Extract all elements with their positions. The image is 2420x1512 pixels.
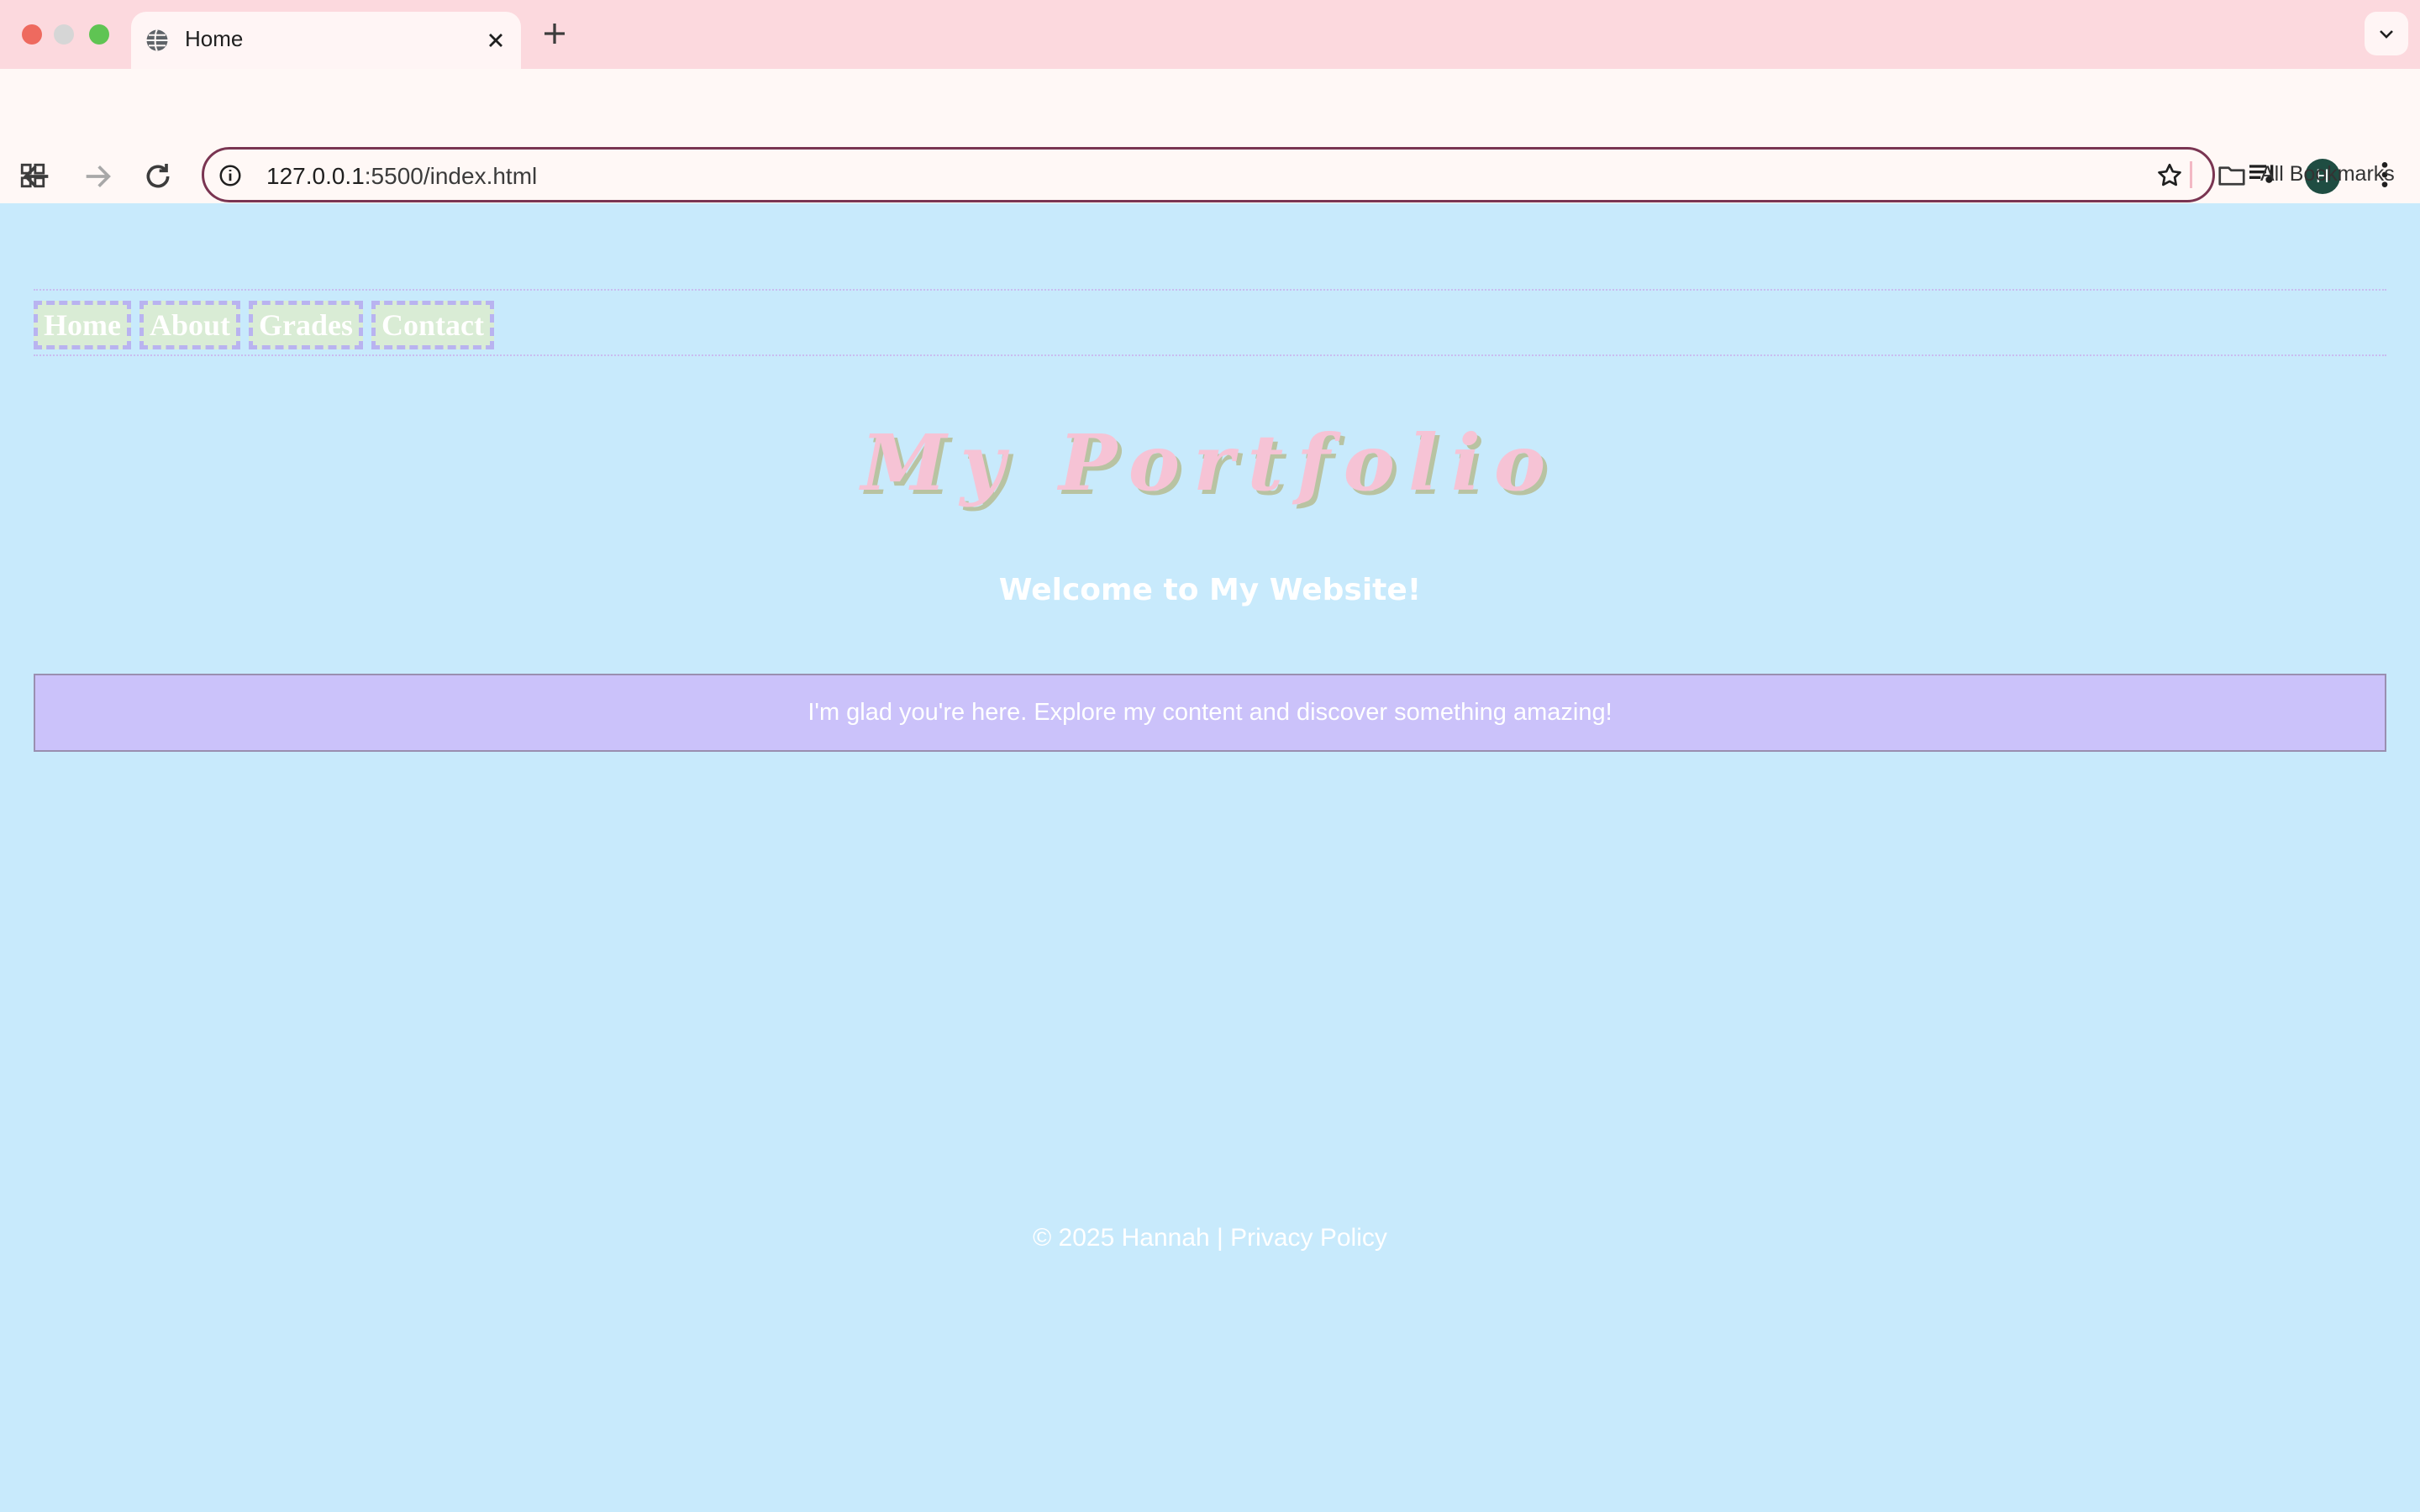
close-window-button[interactable] [22, 24, 42, 45]
nav-link-about[interactable]: About [139, 301, 240, 349]
nav-link-home[interactable]: Home [34, 301, 131, 349]
address-bar[interactable]: 127.0.0.1:5500/index.html [202, 147, 2215, 202]
browser-tab-active[interactable]: Home [131, 12, 521, 69]
tab-title: Home [185, 26, 244, 51]
all-bookmarks-link[interactable]: All Bookmarks [2260, 162, 2395, 186]
folder-icon[interactable] [2217, 160, 2247, 190]
close-icon[interactable] [484, 29, 508, 52]
bookmarks-divider [2190, 161, 2192, 188]
forward-arrow-icon[interactable] [81, 160, 114, 193]
site-nav: Home About Grades Contact [34, 289, 2386, 356]
tab-search-button[interactable] [2365, 12, 2408, 55]
reload-icon[interactable] [141, 160, 175, 193]
minimize-window-button[interactable] [54, 24, 74, 45]
welcome-message-box: I'm glad you're here. Explore my content… [34, 674, 2386, 752]
page-title: My Portfolio [860, 417, 1560, 508]
chevron-down-icon [2380, 30, 2393, 39]
new-tab-icon[interactable] [539, 18, 570, 49]
privacy-policy-link[interactable]: Privacy Policy [1230, 1224, 1387, 1252]
maximize-window-button[interactable] [89, 24, 109, 45]
footer-copyright: © 2025 Hannah | [1033, 1224, 1231, 1252]
apps-grid-icon[interactable] [18, 161, 47, 190]
nav-link-contact[interactable]: Contact [371, 301, 494, 349]
url-text[interactable]: 127.0.0.1:5500/index.html [266, 163, 537, 190]
nav-link-grades[interactable]: Grades [249, 301, 363, 349]
welcome-heading: Welcome to My Website! [998, 573, 1422, 607]
footer: © 2025 Hannah | Privacy Policy [0, 1224, 2420, 1252]
nav-links: Home About Grades Contact [34, 301, 494, 349]
web-page: Home About Grades Contact My Portfolio W… [0, 203, 2420, 1512]
info-icon[interactable] [218, 163, 243, 188]
globe-icon [146, 29, 168, 52]
browser-toolbar: 127.0.0.1:5500/index.html H [0, 69, 2420, 213]
bookmark-star-icon[interactable] [2155, 161, 2184, 190]
tab-strip: Home [0, 0, 2420, 69]
